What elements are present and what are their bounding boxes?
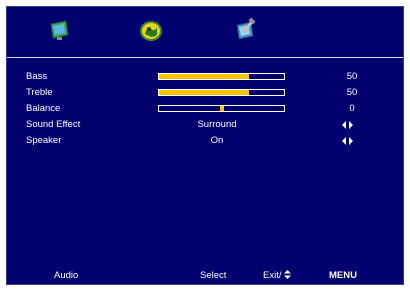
picture-icon	[50, 20, 69, 40]
footer-menu-hint: MENU	[329, 270, 357, 281]
treble-value: 50	[346, 87, 358, 98]
treble-slider[interactable]	[158, 89, 285, 96]
bass-slider[interactable]	[158, 73, 285, 80]
left-right-arrows-icon[interactable]	[342, 121, 354, 129]
balance-value: 0	[349, 103, 355, 114]
balance-label: Balance	[26, 103, 61, 114]
exit-label: Exit/	[263, 270, 282, 281]
footer-select-hint: Select	[200, 270, 227, 281]
treble-slider-fill	[159, 90, 249, 95]
setting-treble[interactable]: Treble 50	[7, 87, 403, 99]
setup-icon	[236, 17, 256, 40]
setting-sound-effect[interactable]: Sound Effect Surround	[7, 119, 403, 131]
left-right-arrows-icon[interactable]	[342, 137, 354, 145]
balance-slider[interactable]	[158, 105, 285, 112]
tab-picture[interactable]	[47, 17, 73, 43]
audio-icon	[140, 21, 162, 41]
osd-menu: Bass 50 Treble 50 Balance 0 Sound Effect…	[6, 6, 404, 285]
footer-bar: Audio Select Exit/ MENU	[7, 268, 403, 284]
setting-balance[interactable]: Balance 0	[7, 103, 403, 115]
setting-bass[interactable]: Bass 50	[7, 71, 403, 83]
sound-effect-value: Surround	[197, 119, 237, 130]
footer-exit-hint: Exit/	[263, 270, 292, 282]
speaker-value: On	[210, 135, 224, 146]
sound-effect-label: Sound Effect	[26, 119, 81, 130]
treble-label: Treble	[26, 87, 53, 98]
balance-slider-knob[interactable]	[219, 106, 224, 111]
tab-setup[interactable]	[233, 17, 259, 43]
bass-label: Bass	[26, 71, 48, 82]
footer-section-title: Audio	[54, 270, 79, 281]
setting-speaker[interactable]: Speaker On	[7, 135, 403, 147]
tab-audio[interactable]	[138, 18, 164, 44]
tab-bar	[7, 7, 403, 57]
up-down-arrows-icon	[284, 270, 292, 279]
bass-value: 50	[346, 71, 358, 82]
bass-slider-fill	[159, 74, 249, 79]
header-divider	[7, 57, 403, 58]
speaker-label: Speaker	[26, 135, 62, 146]
